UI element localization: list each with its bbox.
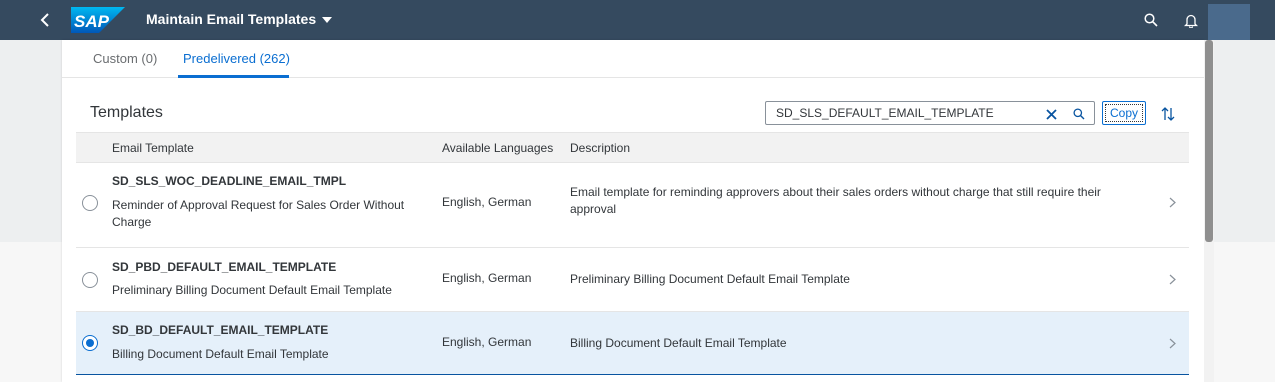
template-description: Email template for reminding approvers a… xyxy=(570,185,1101,216)
sort-button[interactable] xyxy=(1156,102,1180,126)
tab-predelivered[interactable]: Predelivered (262) xyxy=(183,51,290,66)
template-name: Billing Document Default Email Template xyxy=(112,347,329,361)
table-row-selected[interactable]: SD_BD_DEFAULT_EMAIL_TEMPLATE Billing Doc… xyxy=(76,312,1189,375)
shell-search-button[interactable] xyxy=(1140,9,1162,31)
row-select-radio[interactable] xyxy=(82,272,98,288)
notifications-button[interactable] xyxy=(1180,9,1202,31)
chevron-right-icon[interactable] xyxy=(1166,196,1178,208)
table-row[interactable]: SD_SLS_WOC_DEADLINE_EMAIL_TMPL Reminder … xyxy=(76,163,1189,248)
sort-icon xyxy=(1161,107,1175,121)
templates-table: Email Template Available Languages Descr… xyxy=(76,132,1189,375)
chevron-right-icon[interactable] xyxy=(1166,273,1178,285)
back-button[interactable] xyxy=(34,8,58,32)
template-id: SD_PBD_DEFAULT_EMAIL_TEMPLATE xyxy=(112,260,337,274)
chevron-left-icon xyxy=(40,13,49,27)
template-id: SD_BD_DEFAULT_EMAIL_TEMPLATE xyxy=(112,323,329,337)
shell-bar: SAP Maintain Email Templates xyxy=(0,0,1275,40)
column-header-description[interactable]: Description xyxy=(570,141,630,155)
row-select-radio-checked[interactable] xyxy=(82,335,98,351)
search-icon[interactable] xyxy=(1070,105,1088,123)
search-input[interactable]: SD_SLS_DEFAULT_EMAIL_TEMPLATE xyxy=(765,101,1095,125)
row-select-radio[interactable] xyxy=(82,195,98,211)
table-header: Email Template Available Languages Descr… xyxy=(76,132,1189,163)
app-title: Maintain Email Templates xyxy=(146,11,317,27)
templates-panel: Custom (0) Predelivered (262) Templates … xyxy=(62,40,1204,382)
sap-logo: SAP xyxy=(71,7,125,33)
svg-text:SAP: SAP xyxy=(74,12,110,31)
search-input-value: SD_SLS_DEFAULT_EMAIL_TEMPLATE xyxy=(776,106,994,120)
table-row[interactable]: SD_PBD_DEFAULT_EMAIL_TEMPLATE Preliminar… xyxy=(76,248,1189,312)
tab-custom[interactable]: Custom (0) xyxy=(93,51,157,66)
caret-down-icon xyxy=(322,16,333,23)
chevron-right-icon[interactable] xyxy=(1166,337,1178,349)
app-title-menu[interactable]: Maintain Email Templates xyxy=(146,11,333,27)
table-title: Templates xyxy=(90,104,163,121)
column-header-languages[interactable]: Available Languages xyxy=(442,141,553,155)
template-name: Preliminary Billing Document Default Ema… xyxy=(112,283,392,297)
copy-button[interactable]: Copy xyxy=(1102,101,1146,125)
scrollbar-thumb[interactable] xyxy=(1205,40,1213,242)
template-languages: English, German xyxy=(442,195,532,209)
avatar[interactable] xyxy=(1208,4,1250,40)
column-header-email-template[interactable]: Email Template xyxy=(112,141,194,155)
template-languages: English, German xyxy=(442,335,532,349)
tab-bar: Custom (0) Predelivered (262) xyxy=(62,40,1204,78)
template-description: Billing Document Default Email Template xyxy=(570,336,787,350)
active-tab-indicator xyxy=(178,75,289,78)
search-icon xyxy=(1144,13,1158,27)
template-id: SD_SLS_WOC_DEADLINE_EMAIL_TMPL xyxy=(112,174,347,188)
template-languages: English, German xyxy=(442,271,532,285)
bell-icon xyxy=(1184,14,1198,28)
clear-icon[interactable] xyxy=(1042,105,1060,123)
template-description: Preliminary Billing Document Default Ema… xyxy=(570,272,850,286)
template-name: Reminder of Approval Request for Sales O… xyxy=(112,198,405,229)
